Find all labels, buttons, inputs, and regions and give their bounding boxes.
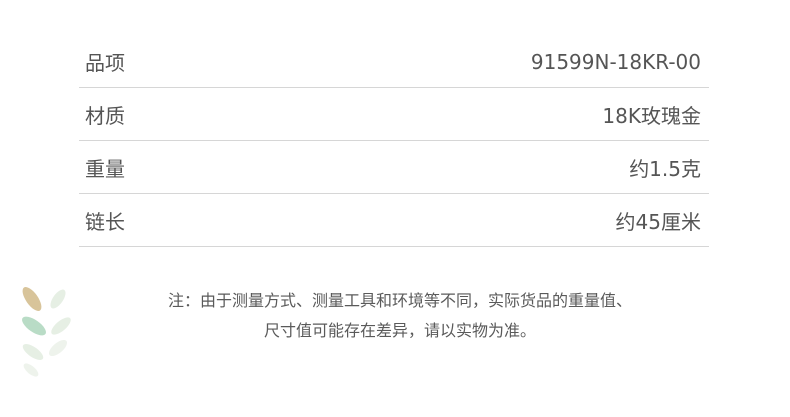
spec-value-item: 91599N-18KR-00: [530, 49, 701, 74]
spec-row-material: 材质 18K玫瑰金: [79, 88, 709, 141]
disclaimer-note: 注：由于测量方式、测量工具和环境等不同，实际货品的重量值、 尺寸值可能存在差异，…: [100, 286, 700, 346]
spec-value-weight: 约1.5克: [629, 156, 701, 181]
spec-label-weight: 重量: [85, 156, 125, 181]
leaf-light-icon: [51, 317, 71, 335]
leaf-branch-icon: [22, 287, 71, 377]
spec-label-chain-length: 链长: [85, 209, 125, 234]
leaf-light-icon: [22, 343, 44, 361]
leaf-green-icon: [22, 316, 46, 336]
spec-row-item: 品项 91599N-18KR-00: [79, 36, 709, 88]
leaf-light-icon: [50, 289, 66, 309]
leaf-light-icon: [48, 339, 68, 357]
spec-table: 品项 91599N-18KR-00 材质 18K玫瑰金 重量 约1.5克 链长 …: [79, 36, 709, 247]
spec-value-material: 18K玫瑰金: [602, 103, 701, 128]
spec-label-item: 品项: [85, 51, 125, 75]
spec-row-chain-length: 链长 约45厘米: [79, 194, 709, 247]
leaf-tan-icon: [22, 287, 42, 311]
disclaimer-line-1: 注：由于测量方式、测量工具和环境等不同，实际货品的重量值、: [167, 291, 632, 310]
spec-label-material: 材质: [85, 103, 125, 128]
spec-row-weight: 重量 约1.5克: [79, 141, 709, 194]
spec-value-chain-length: 约45厘米: [615, 209, 701, 234]
disclaimer-line-2: 尺寸值可能存在差异，请以实物为准。: [263, 321, 536, 340]
leaf-light-icon: [23, 363, 39, 377]
